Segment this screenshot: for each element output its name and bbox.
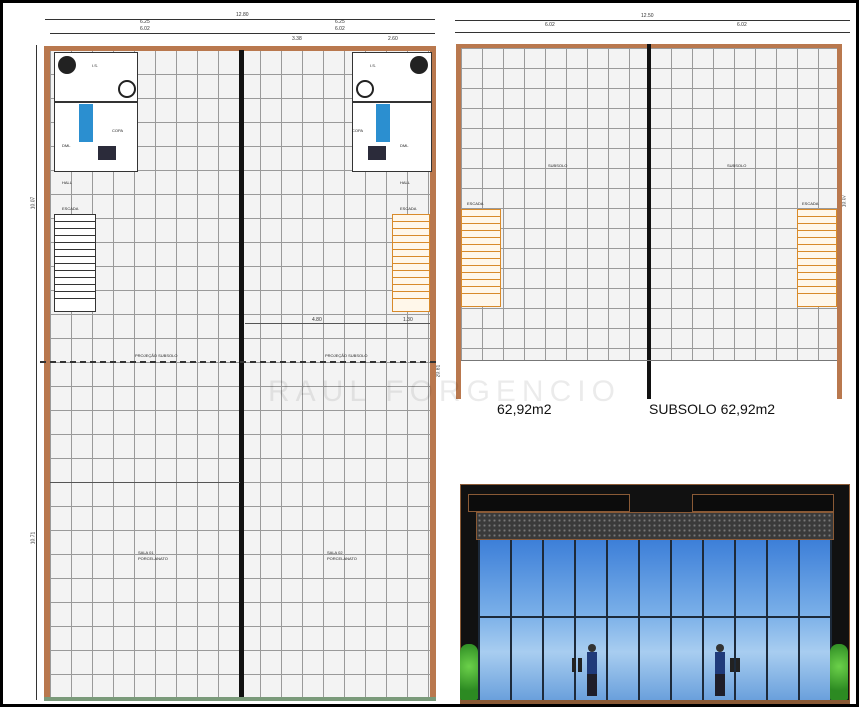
facade-brick-band — [476, 512, 834, 540]
dim-sub-a: 3.38 — [292, 36, 302, 42]
subsolo-stair-right — [797, 209, 837, 307]
dml-left-label: DML — [62, 143, 71, 148]
dim-left-inner: 6.02 — [140, 26, 150, 32]
plant-right — [830, 644, 848, 700]
person-figure-left — [586, 644, 598, 700]
stair-right — [392, 214, 430, 312]
projection-line — [40, 361, 436, 363]
subsolo-dim-right: 6.02 — [737, 22, 747, 28]
dim-total-width: 12.80 — [236, 12, 249, 18]
projection-label-right: PROJEÇÃO SUBSOLO — [325, 353, 368, 358]
sala-01-label: SALA 01 — [138, 550, 154, 555]
glass-transom — [478, 616, 832, 618]
center-wall — [239, 50, 244, 700]
subsolo-dim-side: 10.07 — [841, 194, 848, 208]
plant-left — [460, 644, 478, 700]
glass-mullions — [478, 540, 832, 700]
subsolo-plan: 12.50 6.02 6.02 10.07 SUBSOLO SUBSOLO ES… — [445, 0, 859, 430]
dim-right-inner: 6.02 — [335, 26, 345, 32]
hall-right-label: HALL — [400, 180, 411, 185]
subsolo-area-right: SUBSOLO 62,92m2 — [649, 401, 776, 417]
watermark: RAUL FORGENCIO — [268, 375, 621, 408]
subsolo-center-wall — [647, 44, 651, 399]
ls-right-label: I.S. — [370, 63, 377, 68]
copa-right — [352, 102, 432, 172]
subsolo-left-label: SUBSOLO — [548, 163, 568, 168]
dim-left-top: 10.07 — [30, 196, 37, 210]
copa-left — [54, 102, 138, 172]
escada-right-label: ESCADA — [400, 206, 417, 211]
ground-floor-plan: 12.80 6.25 6.25 6.02 6.02 3.38 2.60 10.0… — [0, 0, 445, 707]
person-figure-right — [714, 644, 726, 700]
dml-right-label: DML — [400, 143, 409, 148]
subsolo-right-label: SUBSOLO — [727, 163, 747, 168]
subsolo-stair-left — [461, 209, 501, 307]
projection-label-left: PROJEÇÃO SUBSOLO — [135, 353, 178, 358]
stair-left — [54, 214, 96, 312]
facade-elevation — [460, 484, 850, 706]
dim-left-outer: 6.25 — [140, 19, 150, 25]
sala-01-floor: PORCELANATO — [138, 556, 168, 561]
subsolo-escada-left-label: ESCADA — [467, 201, 484, 206]
dim-mid-b: 1.30 — [403, 317, 413, 323]
subsolo-wall-right — [837, 44, 842, 399]
copa-right-label: COPA — [352, 128, 364, 133]
facade-panel-right — [692, 494, 834, 512]
subsolo-dim-left: 6.02 — [545, 22, 555, 28]
hall-left-label: HALL — [62, 180, 73, 185]
facade-panel-left — [468, 494, 630, 512]
escada-left-label: ESCADA — [62, 206, 79, 211]
sala-02-floor: PORCELANATO — [327, 556, 357, 561]
copa-left-label: COPA — [112, 128, 124, 133]
wall-left — [44, 46, 50, 700]
dim-left-bottom: 10.71 — [30, 531, 37, 545]
dim-mid-a: 4.80 — [312, 317, 322, 323]
ls-left-label: I.S. — [92, 63, 99, 68]
sala-02-label: SALA 02 — [327, 550, 343, 555]
dim-right-outer: 6.25 — [335, 19, 345, 25]
subsolo-dim-total: 12.50 — [641, 13, 654, 19]
subsolo-escada-right-label: ESCADA — [802, 201, 819, 206]
dim-sub-b: 2.60 — [388, 36, 398, 42]
